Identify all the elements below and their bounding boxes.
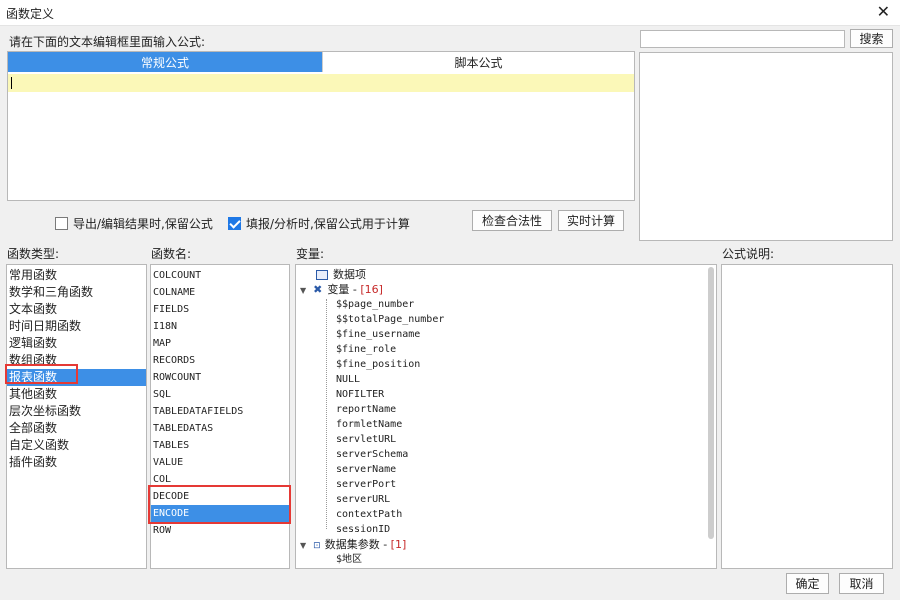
fill-keep-formula-option[interactable]: 填报/分析时,保留公式用于计算 <box>228 215 410 232</box>
variables-tree: 数据项 ▼ ✖ 变量 - [16] $$page_number $$totalPag… <box>295 264 717 569</box>
variable-item[interactable]: $$page_number <box>336 297 414 312</box>
func-name-item[interactable]: I18N <box>151 318 289 335</box>
variable-group-icon: ✖ <box>313 283 323 296</box>
variables-header: 变量: <box>296 247 325 261</box>
variable-item[interactable]: serverPort <box>336 477 396 492</box>
variables-scrollbar[interactable] <box>708 267 714 539</box>
check-validity-button[interactable]: 检查合法性 <box>472 210 552 231</box>
variable-item[interactable]: $fine_role <box>336 342 396 357</box>
highlight-frame-func-type <box>5 364 78 384</box>
realtime-calc-button[interactable]: 实时计算 <box>558 210 624 231</box>
data-item-icon <box>316 270 328 280</box>
text-cursor <box>11 77 12 89</box>
func-types-header: 函数类型: <box>7 247 60 261</box>
variable-item[interactable]: serverName <box>336 462 396 477</box>
func-type-item[interactable]: 常用函数 <box>7 267 146 284</box>
func-name-item[interactable]: TABLEDATAS <box>151 420 289 437</box>
func-name-item[interactable]: COLCOUNT <box>151 267 289 284</box>
variable-item[interactable]: NULL <box>336 372 360 387</box>
variable-item[interactable]: serverSchema <box>336 447 408 462</box>
func-type-item[interactable]: 数学和三角函数 <box>7 284 146 301</box>
tree-node-data-item[interactable]: 数据项 <box>316 267 366 282</box>
func-names-header: 函数名: <box>151 247 192 261</box>
dataset-count: [1] <box>390 538 407 551</box>
tab-script-formula[interactable]: 脚本公式 <box>322 52 634 72</box>
highlight-frame-func-names <box>148 485 291 524</box>
func-name-item[interactable]: ROWCOUNT <box>151 369 289 386</box>
tree-guide-line <box>326 299 327 529</box>
export-keep-formula-checkbox[interactable] <box>55 217 68 230</box>
func-name-item[interactable]: VALUE <box>151 454 289 471</box>
func-type-item[interactable]: 插件函数 <box>7 454 146 471</box>
close-icon[interactable]: ✕ <box>877 3 890 21</box>
export-keep-formula-option[interactable]: 导出/编辑结果时,保留公式 <box>55 215 213 232</box>
dataset-group-separator: - <box>379 538 391 551</box>
func-name-item[interactable]: TABLES <box>151 437 289 454</box>
tree-node-dataset-params[interactable]: ▼ ⊡ 数据集参数 - [1] <box>300 537 406 552</box>
data-item-label: 数据项 <box>333 268 366 281</box>
ok-button[interactable]: 确定 <box>786 573 829 594</box>
tab-regular-formula[interactable]: 常规公式 <box>8 52 322 72</box>
variable-item[interactable]: serverURL <box>336 492 390 507</box>
func-name-item[interactable]: MAP <box>151 335 289 352</box>
description-panel <box>721 264 893 569</box>
variable-item[interactable]: formletName <box>336 417 402 432</box>
variable-item[interactable]: NOFILTER <box>336 387 384 402</box>
func-type-item[interactable]: 自定义函数 <box>7 437 146 454</box>
tree-node-variables[interactable]: ▼ ✖ 变量 - [16] <box>300 282 383 297</box>
formula-editor: 常规公式 脚本公式 <box>7 51 635 201</box>
search-input[interactable] <box>640 30 845 48</box>
title-bar: 函数定义 ✕ <box>0 0 900 26</box>
variable-item[interactable]: $fine_username <box>336 327 420 342</box>
description-header: 公式说明: <box>722 247 775 261</box>
variable-count: [16] <box>360 283 383 296</box>
func-name-item[interactable]: ROW <box>151 522 289 539</box>
search-button[interactable]: 搜索 <box>850 29 893 48</box>
variable-item[interactable]: contextPath <box>336 507 402 522</box>
variable-item[interactable]: $fine_position <box>336 357 420 372</box>
search-results-panel <box>639 52 893 241</box>
func-type-item[interactable]: 全部函数 <box>7 420 146 437</box>
func-name-item[interactable]: RECORDS <box>151 352 289 369</box>
fill-keep-formula-label: 填报/分析时,保留公式用于计算 <box>246 217 410 231</box>
fill-keep-formula-checkbox[interactable] <box>228 217 241 230</box>
func-name-item[interactable]: TABLEDATAFIELDS <box>151 403 289 420</box>
variable-item[interactable]: servletURL <box>336 432 396 447</box>
dataset-group-label: 数据集参数 <box>324 538 380 551</box>
func-name-item[interactable]: SQL <box>151 386 289 403</box>
variable-group-label: 变量 <box>327 283 350 296</box>
func-type-item[interactable]: 其他函数 <box>7 386 146 403</box>
editor-prompt: 请在下面的文本编辑框里面输入公式: <box>9 35 206 49</box>
variable-item[interactable]: reportName <box>336 402 396 417</box>
window-title: 函数定义 <box>6 7 55 21</box>
variable-group-separator: - <box>349 283 361 296</box>
func-type-item[interactable]: 时间日期函数 <box>7 318 146 335</box>
func-type-item[interactable]: 文本函数 <box>7 301 146 318</box>
chevron-down-icon[interactable]: ▼ <box>300 286 306 295</box>
func-name-item[interactable]: COLNAME <box>151 284 289 301</box>
func-name-item[interactable]: FIELDS <box>151 301 289 318</box>
func-type-item[interactable]: 层次坐标函数 <box>7 403 146 420</box>
cancel-button[interactable]: 取消 <box>839 573 884 594</box>
export-keep-formula-label: 导出/编辑结果时,保留公式 <box>73 217 213 231</box>
dataset-item[interactable]: $地区 <box>336 552 362 567</box>
func-type-item[interactable]: 逻辑函数 <box>7 335 146 352</box>
variable-item[interactable]: $$totalPage_number <box>336 312 444 327</box>
dataset-param-icon: ⊡ <box>313 541 321 551</box>
formula-input-line[interactable] <box>8 74 634 92</box>
variable-item[interactable]: sessionID <box>336 522 390 537</box>
chevron-down-icon[interactable]: ▼ <box>300 541 306 550</box>
func-types-list: 常用函数 数学和三角函数 文本函数 时间日期函数 逻辑函数 数组函数 报表函数 … <box>6 264 147 569</box>
